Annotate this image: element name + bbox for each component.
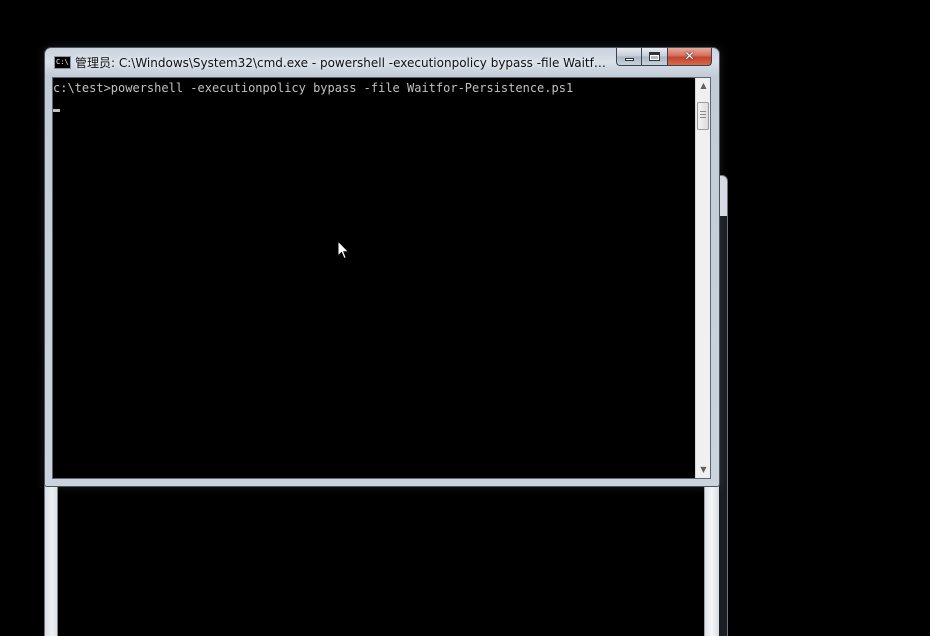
thumb-grip-icon: [700, 111, 706, 120]
scroll-up-arrow-icon[interactable]: ▲: [696, 78, 711, 94]
console-command-line: c:\test>powershell -executionpolicy bypa…: [53, 81, 574, 95]
scroll-thumb[interactable]: [697, 102, 709, 130]
mouse-pointer-icon: [337, 240, 350, 260]
background-window-edge: [719, 216, 727, 636]
vertical-scrollbar[interactable]: ▲ ▼: [695, 78, 710, 478]
maximize-icon: [649, 52, 660, 61]
console-app-icon[interactable]: C:\: [54, 56, 71, 69]
close-icon: ✕: [684, 49, 695, 63]
text-cursor: [53, 109, 60, 112]
scroll-down-arrow-icon[interactable]: ▼: [696, 462, 711, 478]
console-cursor-line: [53, 98, 696, 118]
minimize-button[interactable]: [616, 48, 642, 66]
console-client-area: c:\test>powershell -executionpolicy bypa…: [52, 77, 711, 479]
maximize-button[interactable]: [642, 48, 668, 66]
caption-buttons: ✕: [616, 48, 712, 67]
console-output[interactable]: c:\test>powershell -executionpolicy bypa…: [53, 78, 696, 478]
close-button[interactable]: ✕: [668, 48, 712, 66]
minimize-icon: [625, 58, 634, 61]
window-title: 管理员: C:\Windows\System32\cmd.exe - power…: [75, 56, 607, 70]
desktop: C:\ 管理员: C:\Windows\System32\cmd.exe - p…: [0, 0, 930, 636]
title-bar[interactable]: C:\ 管理员: C:\Windows\System32\cmd.exe - p…: [45, 48, 719, 76]
cmd-window[interactable]: C:\ 管理员: C:\Windows\System32\cmd.exe - p…: [44, 47, 720, 487]
